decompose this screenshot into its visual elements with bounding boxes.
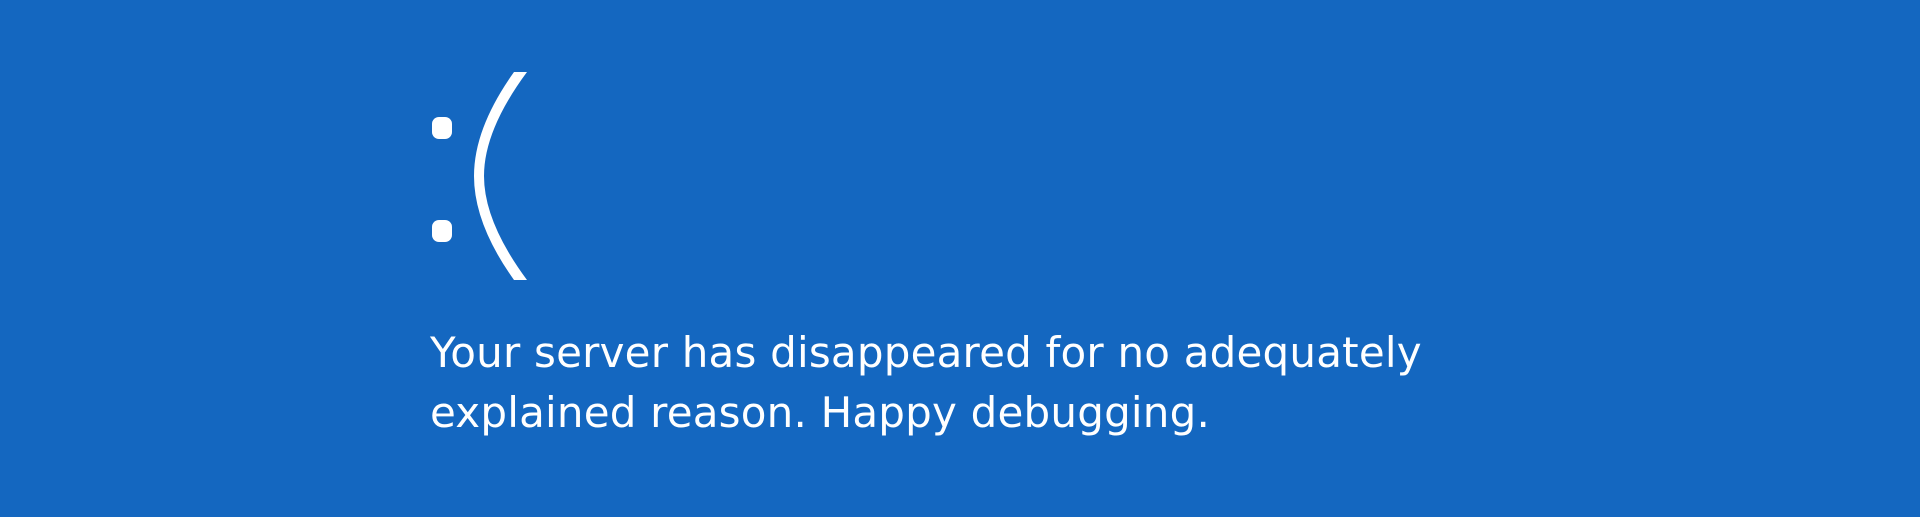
error-message-line-1: Your server has disappeared for no adequ…: [430, 328, 1422, 377]
sad-face-mouth-icon: [474, 72, 550, 280]
sad-face-eye-icon: [432, 220, 452, 242]
error-message-line-2: explained reason. Happy debugging.: [430, 388, 1211, 437]
error-content: Your server has disappeared for no adequ…: [430, 72, 1430, 443]
error-message: Your server has disappeared for no adequ…: [430, 323, 1430, 443]
error-screen: Your server has disappeared for no adequ…: [0, 0, 1920, 517]
sad-face-eye-icon: [432, 117, 452, 139]
sad-face-icon: [430, 72, 550, 280]
